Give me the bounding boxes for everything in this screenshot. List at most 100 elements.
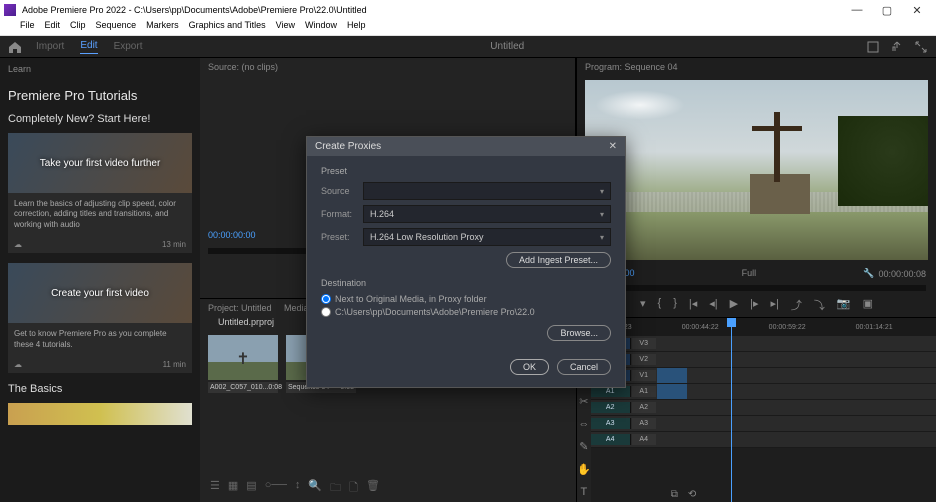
tutorial-dur-2: 11 min bbox=[163, 360, 186, 369]
snap-icon[interactable]: ⧉ bbox=[671, 489, 678, 500]
new-item-icon[interactable]: 🗋 bbox=[349, 479, 358, 498]
menu-help[interactable]: Help bbox=[347, 20, 366, 35]
tutorial-thumb-2: Create your first video bbox=[8, 263, 192, 323]
time-ruler[interactable]: 00:00:29:23 00:00:44:22 00:00:59:22 00:0… bbox=[591, 318, 936, 336]
tutorials-heading: Premiere Pro Tutorials bbox=[8, 88, 192, 103]
mode-import[interactable]: Import bbox=[36, 41, 64, 52]
menu-sequence[interactable]: Sequence bbox=[96, 20, 137, 35]
project-tab[interactable]: Project: Untitled bbox=[208, 303, 272, 313]
track-a4[interactable]: A4A4 bbox=[591, 432, 936, 448]
menu-window[interactable]: Window bbox=[305, 20, 337, 35]
slip-tool-icon[interactable]: ⇔ bbox=[578, 418, 589, 430]
step-back-icon[interactable]: ◂| bbox=[709, 297, 717, 313]
pen-tool-icon[interactable]: ✎ bbox=[579, 440, 588, 453]
browse-button[interactable]: Browse... bbox=[547, 325, 611, 341]
chevron-down-icon: ▾ bbox=[600, 210, 604, 219]
delete-icon[interactable]: 🗑 bbox=[366, 479, 380, 498]
share-icon[interactable] bbox=[890, 40, 904, 54]
add-ingest-preset-button[interactable]: Add Ingest Preset... bbox=[506, 252, 611, 268]
timeline-clip[interactable] bbox=[657, 368, 687, 383]
linked-sel-icon[interactable]: ⟲ bbox=[688, 489, 696, 500]
ok-button[interactable]: OK bbox=[510, 359, 549, 375]
menu-clip[interactable]: Clip bbox=[70, 20, 86, 35]
quick-export-icon[interactable] bbox=[866, 40, 880, 54]
program-tab[interactable]: Program: Sequence 04 bbox=[577, 58, 936, 76]
goto-out-icon[interactable]: ▸| bbox=[771, 297, 779, 313]
program-monitor[interactable] bbox=[585, 80, 928, 260]
program-scrubber[interactable] bbox=[587, 285, 926, 291]
in-icon[interactable]: { bbox=[658, 297, 662, 313]
timeline-tracks[interactable]: 00:00:29:23 00:00:44:22 00:00:59:22 00:0… bbox=[591, 318, 936, 502]
track-a3[interactable]: A3A3 bbox=[591, 416, 936, 432]
menu-file[interactable]: File bbox=[20, 20, 35, 35]
zoom-slider[interactable]: ○── bbox=[265, 479, 287, 498]
window-titlebar: Adobe Premiere Pro 2022 - C:\Users\pp\Do… bbox=[0, 0, 936, 20]
list-view-icon[interactable]: ☰ bbox=[210, 479, 220, 498]
create-proxies-dialog: Create Proxies ✕ Preset Source ▾ Format:… bbox=[306, 136, 626, 388]
tutorial-card-2[interactable]: Create your first video Get to know Prem… bbox=[8, 263, 192, 373]
tutorial-basics-thumb[interactable] bbox=[8, 403, 192, 425]
dest-radio-path[interactable]: C:\Users\pp\Documents\Adobe\Premiere Pro… bbox=[321, 307, 611, 317]
cancel-button[interactable]: Cancel bbox=[557, 359, 611, 375]
format-dropdown[interactable]: H.264▾ bbox=[363, 205, 611, 223]
radio-input[interactable] bbox=[321, 307, 331, 317]
dest-radio-original[interactable]: Next to Original Media, in Proxy folder bbox=[321, 294, 611, 304]
mode-export[interactable]: Export bbox=[114, 41, 143, 52]
lift-icon[interactable]: ⤴ bbox=[791, 297, 802, 313]
hand-tool-icon[interactable]: ✋ bbox=[577, 463, 591, 476]
menu-edit[interactable]: Edit bbox=[45, 20, 61, 35]
source-timecode[interactable]: 00:00:00:00 bbox=[208, 230, 256, 240]
track-a2[interactable]: A2A2 bbox=[591, 400, 936, 416]
fullscreen-icon[interactable] bbox=[914, 40, 928, 54]
track-v3[interactable]: V3V3 bbox=[591, 336, 936, 352]
razor-tool-icon[interactable]: ✂ bbox=[579, 395, 588, 408]
timeline-clip[interactable] bbox=[657, 384, 687, 399]
chevron-down-icon: ▾ bbox=[600, 187, 604, 196]
tutorial-desc-1: Learn the basics of adjusting clip speed… bbox=[8, 193, 192, 236]
add-marker-icon[interactable]: ▾ bbox=[640, 297, 646, 313]
icon-view-icon[interactable]: ▦ bbox=[228, 479, 238, 498]
freeform-view-icon[interactable]: ▤ bbox=[246, 479, 256, 498]
mode-edit[interactable]: Edit bbox=[80, 40, 97, 54]
wrench-icon[interactable]: 🔧 bbox=[863, 268, 874, 279]
play-icon[interactable]: ▶ bbox=[730, 297, 738, 313]
compare-icon[interactable]: ▣ bbox=[863, 297, 873, 313]
track-v1[interactable]: V1V1 bbox=[591, 368, 936, 384]
type-tool-icon[interactable]: T bbox=[580, 486, 587, 498]
menu-view[interactable]: View bbox=[276, 20, 295, 35]
export-frame-icon[interactable]: 📷 bbox=[837, 297, 851, 313]
track-a1[interactable]: A1A1 bbox=[591, 384, 936, 400]
cloud-icon: ☁ bbox=[14, 240, 22, 249]
dialog-title: Create Proxies bbox=[315, 141, 381, 152]
tutorial-card-1[interactable]: Take your first video further Learn the … bbox=[8, 133, 192, 253]
source-tab[interactable]: Source: (no clips) bbox=[200, 58, 575, 76]
goto-in-icon[interactable]: |◂ bbox=[689, 297, 697, 313]
dialog-section-preset: Preset bbox=[321, 166, 611, 176]
learn-tab[interactable]: Learn bbox=[8, 64, 192, 74]
preset-dropdown[interactable]: H.264 Low Resolution Proxy▾ bbox=[363, 228, 611, 246]
project-clip-1[interactable]: A002_C057_010...0:08 bbox=[208, 335, 278, 393]
program-fit[interactable]: Full bbox=[742, 268, 757, 279]
home-icon[interactable] bbox=[8, 41, 22, 53]
maximize-button[interactable]: ▢ bbox=[872, 4, 902, 17]
close-button[interactable]: ✕ bbox=[902, 4, 932, 17]
track-v2[interactable]: V2V2 bbox=[591, 352, 936, 368]
sort-icon[interactable]: ↕ bbox=[295, 479, 301, 498]
radio-input[interactable] bbox=[321, 294, 331, 304]
dialog-close-icon[interactable]: ✕ bbox=[609, 141, 617, 152]
find-icon[interactable]: 🔍 bbox=[308, 479, 322, 498]
app-icon bbox=[4, 4, 16, 16]
out-icon[interactable]: } bbox=[673, 297, 677, 313]
menu-markers[interactable]: Markers bbox=[146, 20, 179, 35]
chevron-down-icon: ▾ bbox=[600, 233, 604, 242]
clip-thumb bbox=[208, 335, 278, 380]
dest-radio-path-label: C:\Users\pp\Documents\Adobe\Premiere Pro… bbox=[335, 307, 535, 317]
extract-icon[interactable]: ⤵ bbox=[814, 297, 825, 313]
step-fwd-icon[interactable]: |▸ bbox=[750, 297, 758, 313]
media-tab[interactable]: Media bbox=[284, 303, 309, 313]
ruler-tick: 00:01:14:21 bbox=[856, 324, 893, 331]
minimize-button[interactable]: — bbox=[842, 4, 872, 16]
playhead[interactable] bbox=[731, 318, 732, 502]
new-bin-icon[interactable]: 🗀 bbox=[330, 479, 341, 498]
menu-graphics[interactable]: Graphics and Titles bbox=[189, 20, 266, 35]
